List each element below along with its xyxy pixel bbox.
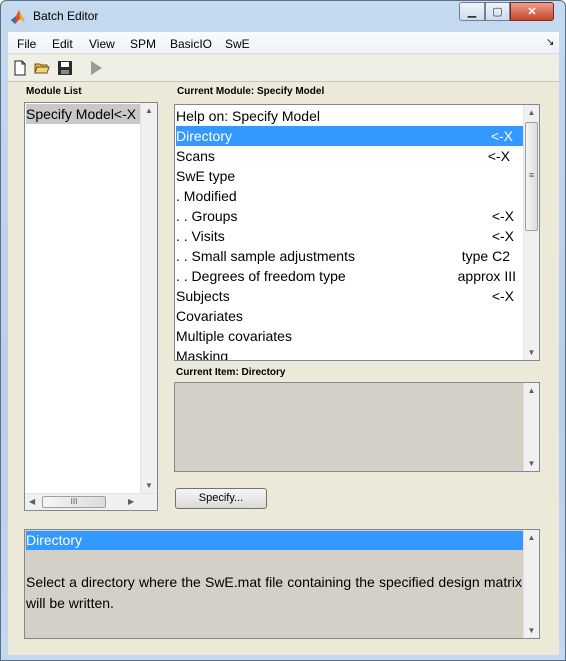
hscroll-thumb[interactable]: III	[42, 496, 106, 508]
menu-spm[interactable]: SPM	[130, 37, 156, 51]
module-row[interactable]: Subjects <-X	[176, 286, 524, 306]
help-title: Directory	[26, 531, 523, 550]
toolbar	[8, 55, 559, 82]
client-area: File Edit View SPM BasicIO SwE ↘ Module …	[8, 32, 559, 655]
maximize-button[interactable]: ▢	[485, 2, 510, 21]
module-row[interactable]: . . Small sample adjustments type C2	[176, 246, 524, 266]
module-list-vscrollbar[interactable]: ▲ ▼	[140, 103, 157, 493]
help-panel[interactable]: Directory Select a directory where the S…	[24, 529, 540, 639]
module-list-item[interactable]: Specify Model<-X	[26, 104, 140, 124]
module-row[interactable]: Scans <-X	[176, 146, 524, 166]
open-folder-icon[interactable]	[34, 60, 50, 76]
run-icon[interactable]	[88, 60, 104, 76]
module-row[interactable]: SwE type	[176, 166, 524, 186]
scroll-down-arrow-icon[interactable]: ▼	[524, 626, 539, 635]
scroll-up-arrow-icon[interactable]: ▲	[524, 386, 539, 395]
batch-editor-window: Batch Editor ▁ ▢ ✕ File Edit View SPM Ba…	[0, 0, 566, 661]
current-module-list[interactable]: Help on: Specify Model Directory <-X Scan…	[174, 104, 540, 361]
save-icon[interactable]	[57, 60, 73, 76]
module-row[interactable]: Multiple covariates	[176, 326, 524, 346]
scroll-up-arrow-icon[interactable]: ▲	[141, 106, 157, 115]
minimize-icon: ▁	[467, 6, 477, 18]
scroll-up-arrow-icon[interactable]: ▲	[524, 533, 539, 542]
module-list[interactable]: Specify Model<-X ▲ ▼ ◀ III ▶	[24, 102, 158, 511]
module-list-hscrollbar[interactable]: ◀ III ▶	[25, 493, 157, 510]
current-module-vscrollbar[interactable]: ▲ ≡ ▼	[523, 105, 539, 360]
dock-arrow-icon[interactable]: ↘	[546, 37, 554, 48]
scroll-up-arrow-icon[interactable]: ▲	[524, 108, 539, 117]
new-file-icon[interactable]	[12, 60, 28, 76]
menu-edit[interactable]: Edit	[52, 37, 73, 51]
help-text: Select a directory where the SwE.mat fil…	[26, 574, 522, 611]
module-row-selected[interactable]: Directory <-X	[176, 126, 524, 146]
current-item-vscrollbar[interactable]: ▲ ▼	[523, 383, 539, 471]
menu-basicio[interactable]: BasicIO	[170, 37, 212, 51]
module-row[interactable]: Help on: Specify Model	[176, 106, 524, 126]
scroll-down-arrow-icon[interactable]: ▼	[524, 348, 539, 357]
module-row[interactable]: . . Groups <-X	[176, 206, 524, 226]
close-icon: ✕	[527, 6, 537, 18]
module-row[interactable]: Covariates	[176, 306, 524, 326]
module-list-label: Module List	[26, 86, 82, 97]
scroll-left-arrow-icon[interactable]: ◀	[29, 497, 35, 506]
matlab-logo-icon	[11, 10, 25, 24]
module-row[interactable]: . . Visits <-X	[176, 226, 524, 246]
maximize-icon: ▢	[492, 6, 503, 18]
title-bar[interactable]: Batch Editor ▁ ▢ ✕	[1, 1, 565, 31]
module-row[interactable]: . . Degrees of freedom type approx III	[176, 266, 524, 286]
menu-swe[interactable]: SwE	[225, 37, 250, 51]
close-button[interactable]: ✕	[510, 2, 554, 21]
menu-file[interactable]: File	[17, 37, 36, 51]
specify-button[interactable]: Specify...	[175, 488, 267, 509]
window-title: Batch Editor	[33, 9, 99, 23]
menu-view[interactable]: View	[89, 37, 115, 51]
scroll-right-arrow-icon[interactable]: ▶	[128, 497, 134, 506]
scroll-down-arrow-icon[interactable]: ▼	[524, 459, 539, 468]
vscroll-thumb[interactable]: ≡	[525, 122, 538, 231]
current-item-box[interactable]: ▲ ▼	[174, 382, 540, 472]
module-row[interactable]: Masking	[176, 346, 524, 360]
help-vscrollbar[interactable]: ▲ ▼	[523, 530, 539, 638]
module-row[interactable]: . Modified	[176, 186, 524, 206]
scroll-down-arrow-icon[interactable]: ▼	[141, 481, 157, 490]
minimize-button[interactable]: ▁	[459, 2, 485, 21]
current-module-label: Current Module: Specify Model	[177, 86, 325, 97]
current-item-label: Current Item: Directory	[176, 367, 286, 378]
menu-bar: File Edit View SPM BasicIO SwE ↘	[8, 32, 559, 54]
